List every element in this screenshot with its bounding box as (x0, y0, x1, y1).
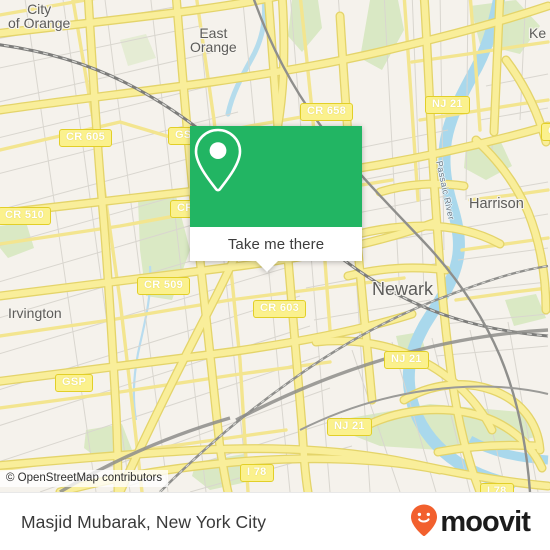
bottom-info-bar: Masjid Mubarak, New York City moovit (0, 492, 550, 550)
take-me-there-button[interactable]: Take me there (228, 236, 324, 253)
popup-tail (256, 261, 278, 272)
shield-nj-21-top: NJ 21 (425, 96, 470, 114)
popup-action-bar[interactable]: Take me there (190, 227, 362, 261)
moovit-wordmark: moovit (440, 505, 531, 538)
place-title: Masjid Mubarak, New York City (21, 511, 267, 532)
shield-i-78-1: I 78 (240, 464, 274, 482)
map-attribution[interactable]: © OpenStreetMap contributors (0, 470, 169, 487)
shield-nj-21-mid: NJ 21 (384, 351, 429, 369)
shield-cr-510: CR 510 (0, 207, 52, 225)
shield-cr-658: CR 658 (300, 103, 354, 121)
location-popup[interactable]: Take me there (190, 126, 362, 272)
shield-cr-603: CR 603 (253, 300, 307, 318)
shield-cr-509: CR 509 (137, 277, 191, 295)
map-share-card: City of Orange East Orange Ke Harrison N… (0, 0, 550, 550)
shield-cr-right-edge: C (541, 123, 550, 141)
shield-i-78-2: I 78 (480, 483, 514, 492)
map-canvas[interactable]: City of Orange East Orange Ke Harrison N… (0, 0, 550, 492)
shield-nj-21-low: NJ 21 (327, 418, 372, 436)
popup-marker-area (190, 126, 362, 227)
shield-gsp-2: GSP (55, 374, 94, 392)
shield-cr-605: CR 605 (59, 129, 113, 147)
moovit-smiley-pin-icon (409, 503, 439, 542)
moovit-logo[interactable]: moovit (409, 503, 531, 542)
